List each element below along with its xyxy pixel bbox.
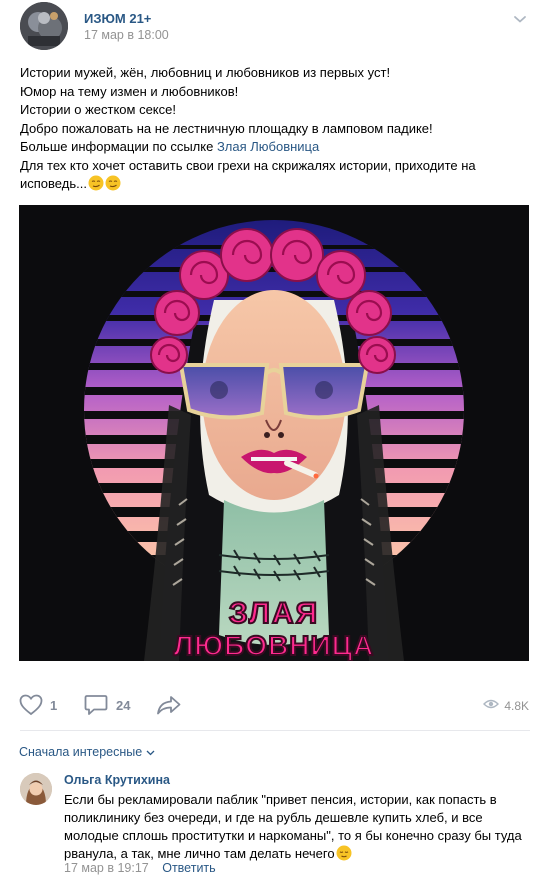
post-text-line: Истории мужей, жён, любовниц и любовнико… [20, 65, 391, 80]
comment-avatar[interactable] [20, 773, 52, 805]
eye-icon [483, 698, 500, 713]
heart-icon [19, 694, 43, 716]
post-text-line: Для тех кто хочет оставить свои грехи на… [20, 157, 476, 173]
comment-button[interactable]: 24 [84, 690, 130, 720]
post-actions: 1 24 4.8K [0, 690, 548, 720]
post-image[interactable]: ЗЛАЯ ЛЮБОВНИЦА [19, 205, 529, 661]
divider [20, 730, 530, 731]
comment-count: 24 [116, 697, 131, 713]
link-prefix: Больше информации по ссылке [20, 139, 217, 154]
reply-button[interactable]: Ответить [162, 861, 215, 875]
comment-text-line: поликлинику без очереди, и где на рубль … [64, 810, 483, 825]
views-count: 4.8K [504, 698, 529, 713]
like-count: 1 [50, 697, 58, 713]
comment-meta: 17 мар в 19:17 Ответить [64, 861, 216, 875]
chevron-down-icon[interactable] [512, 11, 528, 27]
smirk-emoji-icon [105, 175, 121, 191]
group-avatar[interactable] [20, 2, 68, 50]
group-name[interactable]: ИЗЮМ 21+ [84, 11, 151, 26]
share-arrow-icon [156, 694, 182, 716]
comment-bubble-icon [84, 694, 108, 716]
comment-author[interactable]: Ольга Крутихина [64, 773, 170, 787]
post-text: Истории мужей, жён, любовниц и любовнико… [20, 64, 530, 194]
confession-text: исповедь... [20, 176, 87, 191]
chevron-down-icon [142, 745, 155, 759]
comment-text-last: рванула, а так, мне лично там делать неч… [64, 846, 335, 861]
image-caption-line2: ЛЮБОВНИЦА [174, 630, 375, 661]
comment-sort-label: Сначала интересные [19, 745, 143, 759]
comment-text: Если бы рекламировали паблик "привет пен… [64, 791, 534, 863]
post-text-line: Истории о жестком сексе! [20, 102, 176, 117]
image-caption-line1: ЗЛАЯ [229, 597, 319, 630]
post-text-line: Больше информации по ссылке Злая Любовни… [20, 138, 530, 157]
post-text-line: Юмор на тему измен и любовников! [20, 83, 239, 99]
post-date[interactable]: 17 мар в 18:00 [84, 28, 169, 42]
comment-sort-dropdown[interactable]: Сначала интересные [19, 745, 155, 759]
like-button[interactable]: 1 [19, 690, 57, 720]
comment-date[interactable]: 17 мар в 19:17 [64, 861, 149, 875]
share-button[interactable] [156, 690, 182, 720]
views-counter: 4.8K [483, 698, 529, 713]
group-link[interactable]: Злая Любовница [217, 139, 319, 154]
post-text-line: Добро пожаловать на не лестничную площад… [20, 120, 433, 136]
comment-text-line: Если бы рекламировали паблик "привет пен… [64, 792, 497, 807]
post-text-line: исповедь... [20, 175, 530, 194]
comment-text-line: молодые сплошь проститутки и наркоманы",… [64, 828, 522, 843]
post-header: ИЗЮМ 21+ 17 мар в 18:00 [0, 0, 548, 56]
relieved-emoji-icon [336, 845, 352, 861]
smirk-emoji-icon [88, 175, 104, 191]
